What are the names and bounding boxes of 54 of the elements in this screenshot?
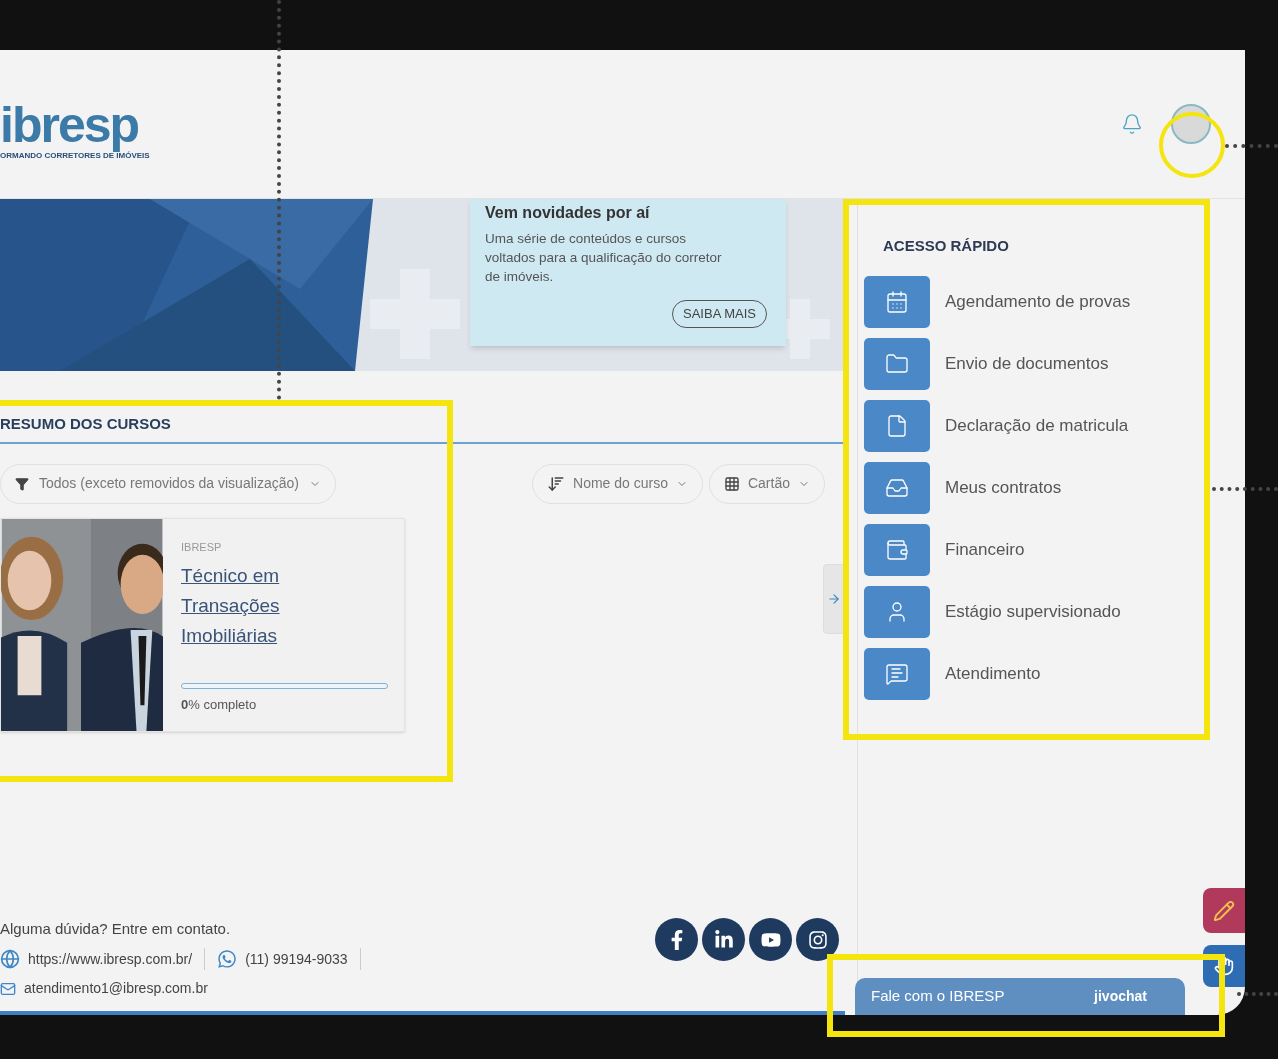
quick-access-item[interactable]: Financeiro <box>864 523 1245 576</box>
filter-icon <box>15 476 29 491</box>
quick-access-label: Agendamento de provas <box>945 290 1131 313</box>
edit-button[interactable] <box>1203 888 1245 933</box>
quick-access-label: Meus contratos <box>945 476 1062 499</box>
hand-icon <box>1214 956 1234 976</box>
quick-access-label: Declaração de matricula <box>945 414 1129 437</box>
contact-prompt: Alguma dúvida? Entre em contato. <box>0 918 232 939</box>
course-link[interactable]: Técnico em Transações Imobiliárias <box>181 561 311 651</box>
phone-number: (11) 99194-9033 <box>245 949 348 969</box>
quick-access-item[interactable]: Atendimento <box>864 647 1245 700</box>
quick-access-item[interactable]: Meus contratos <box>864 461 1245 514</box>
announcement-title: Vem novidades por aí <box>485 203 651 223</box>
linkedin-button[interactable] <box>702 918 745 961</box>
linkedin-icon <box>713 929 734 950</box>
facebook-button[interactable] <box>655 918 698 961</box>
pencil-icon <box>1213 899 1235 922</box>
youtube-button[interactable] <box>749 918 792 961</box>
whatsapp-icon <box>217 949 238 969</box>
quick-access-label: Atendimento <box>945 662 1041 685</box>
quick-access-item[interactable]: Agendamento de provas <box>864 275 1245 328</box>
arrow-icon <box>827 591 841 606</box>
wallet-icon <box>885 537 909 562</box>
website-link[interactable]: https://www.ibresp.com.br/ <box>28 948 193 970</box>
instagram-button[interactable] <box>796 918 839 961</box>
grid-icon <box>723 475 740 492</box>
file-icon <box>885 413 909 438</box>
announcement-text: Uma série de conteúdos e cursos voltados para a qualificação do corretor de imóveis. <box>485 230 723 286</box>
quick-access-item[interactable]: Estágio supervisionado <box>864 585 1245 638</box>
quick-access-label: Financeiro <box>945 538 1025 561</box>
sort-icon <box>547 474 566 493</box>
quick-access-label: Envio de documentos <box>945 352 1109 375</box>
chat-label: Fale com o IBRESP <box>871 986 1005 1007</box>
progress-text: 0% completo <box>181 696 258 714</box>
quick-access-title: ACESSO RÁPIDO <box>883 236 1010 256</box>
callout-line <box>1225 144 1278 148</box>
section-title: RESUMO DOS CURSOS <box>0 414 172 434</box>
callout-line <box>1237 992 1278 996</box>
globe-icon <box>0 949 20 969</box>
logo-wordmark: ibresp <box>0 99 139 151</box>
course-category: IBRESP <box>181 539 223 555</box>
email-link[interactable]: atendimento1@ibresp.com.br <box>24 978 208 999</box>
logo-tagline: ORMANDO CORRETORES DE IMÓVEIS <box>0 151 150 161</box>
quick-access-item[interactable]: Envio de documentos <box>864 337 1245 390</box>
calendar-icon <box>885 289 909 314</box>
quick-access-label: Estágio supervisionado <box>945 600 1121 623</box>
chat-brand: jivochat <box>1094 987 1147 1006</box>
message-icon <box>885 661 909 686</box>
bell-icon[interactable] <box>1121 113 1143 135</box>
mail-icon <box>0 980 16 997</box>
quick-access-item[interactable]: Declaração de matricula <box>864 399 1245 452</box>
callout-line <box>1212 487 1278 491</box>
instagram-icon <box>807 929 828 950</box>
folder-icon <box>885 351 909 376</box>
